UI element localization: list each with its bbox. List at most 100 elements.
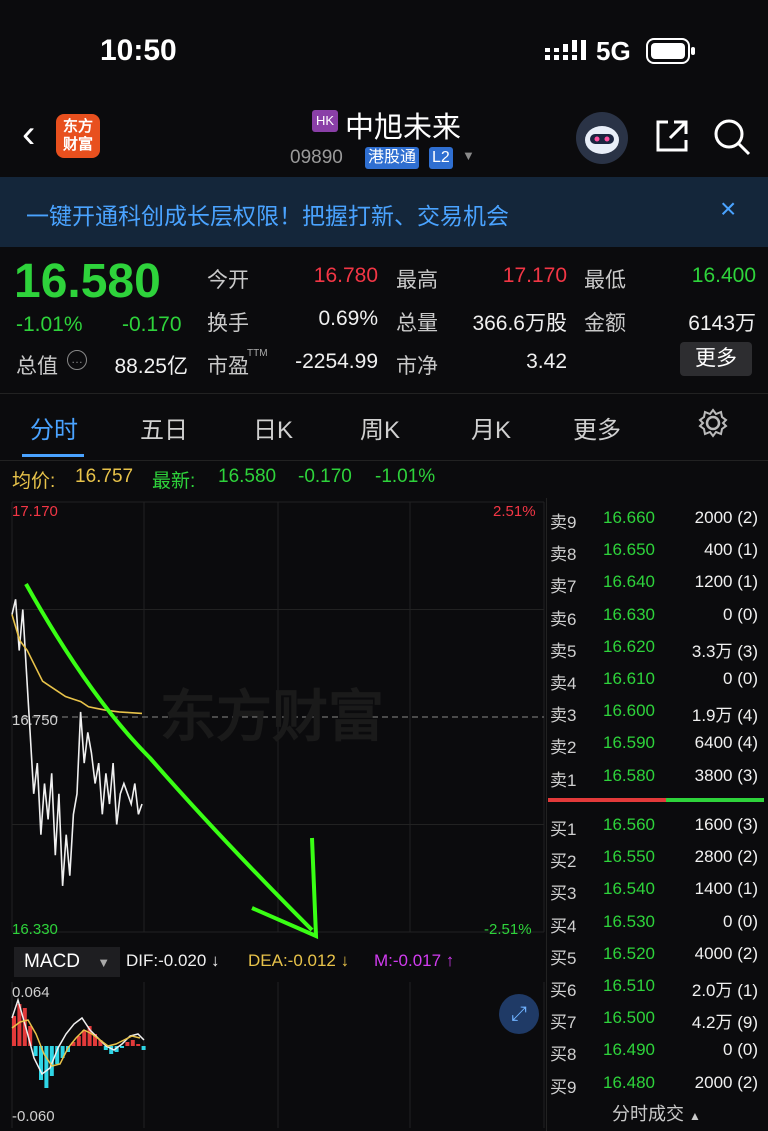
- order-book-row[interactable]: 卖9 16.660 2000 (2): [548, 502, 764, 534]
- order-vol: 6400 (4): [694, 733, 758, 753]
- avg-price-label: 均价:: [12, 471, 56, 492]
- market-badge: HK: [312, 110, 338, 132]
- tab-underline: [22, 454, 84, 457]
- app-logo: 东方 财富: [56, 114, 100, 158]
- order-side: 买8: [550, 1045, 577, 1065]
- macd-y-top: 0.064: [12, 984, 50, 1001]
- order-book-row[interactable]: 买9 16.480 2000 (2): [548, 1067, 764, 1099]
- y-axis-mid: 16.750: [12, 712, 58, 729]
- order-book-row[interactable]: 买6 16.510 2.0万 (1): [548, 970, 764, 1002]
- current-price: 16.580: [14, 255, 161, 308]
- more-quote-button[interactable]: 更多: [680, 342, 752, 376]
- info-icon[interactable]: …: [67, 350, 87, 370]
- chevron-down-icon[interactable]: ▼: [462, 148, 475, 163]
- order-book-row[interactable]: 买5 16.520 4000 (2): [548, 938, 764, 970]
- tab-5[interactable]: 更多: [573, 410, 621, 445]
- signal-icon: [545, 40, 586, 60]
- order-book-row[interactable]: 买8 16.490 0 (0): [548, 1034, 764, 1066]
- order-price: 16.530: [603, 911, 655, 931]
- share-icon[interactable]: [652, 116, 692, 156]
- order-side: 买2: [550, 852, 577, 872]
- order-book-row[interactable]: 买4 16.530 0 (0): [548, 906, 764, 938]
- tab-0[interactable]: 分时: [30, 410, 78, 445]
- tag-connect: 港股通: [365, 147, 420, 169]
- market-cap-value: 88.25亿: [114, 355, 188, 378]
- banner-text[interactable]: 一键开通科创成长层权限！把握打新、交易机会: [26, 197, 509, 231]
- tab-3[interactable]: 周K: [360, 410, 400, 445]
- tab-4[interactable]: 月K: [471, 410, 511, 445]
- settings-gear-icon[interactable]: [697, 407, 729, 439]
- macd-bar: [120, 1046, 124, 1048]
- order-side: 买6: [550, 981, 577, 1000]
- tab-1[interactable]: 五日: [140, 410, 188, 445]
- status-time: 10:50: [100, 34, 177, 67]
- macd-label: MACD: [24, 951, 80, 972]
- order-side: 卖9: [550, 513, 577, 532]
- close-icon[interactable]: ×: [720, 193, 736, 225]
- change-value: -0.170: [122, 313, 182, 336]
- order-side: 买3: [550, 884, 577, 904]
- order-book-row[interactable]: 买3 16.540 1400 (1): [548, 873, 764, 905]
- trade-ticks-label: 分时成交: [612, 1104, 684, 1124]
- order-price: 16.580: [603, 765, 655, 785]
- book-split-green: [666, 798, 764, 802]
- stock-name[interactable]: 中旭未来: [345, 104, 461, 146]
- order-vol: 4000 (2): [694, 943, 758, 963]
- tab-2[interactable]: 日K: [253, 410, 293, 445]
- order-price: 16.560: [603, 815, 655, 834]
- chevron-down-icon: ▼: [97, 955, 111, 970]
- order-vol: 1.9万 (4): [691, 706, 758, 726]
- expand-icon[interactable]: ⤢: [499, 994, 539, 1034]
- order-book-row[interactable]: 买2 16.550 2800 (2): [548, 841, 764, 873]
- quote-value: 3.42: [526, 350, 567, 373]
- macd-bar: [33, 1046, 38, 1056]
- order-book-row[interactable]: 卖8 16.650 400 (1): [548, 534, 764, 566]
- order-side: 卖3: [550, 706, 577, 726]
- change-percent: -1.01%: [16, 313, 83, 336]
- macd-selector[interactable]: MACD ▼: [14, 947, 120, 977]
- latest-change-pct: -1.01%: [375, 466, 436, 487]
- quote-value: 6143万: [688, 312, 756, 335]
- assistant-robot-icon[interactable]: [576, 112, 628, 164]
- divider: [546, 498, 547, 1131]
- search-icon[interactable]: [711, 116, 753, 158]
- quote-value: 17.170: [502, 264, 567, 287]
- order-side: 卖6: [550, 609, 577, 629]
- order-book-row[interactable]: 卖4 16.610 0 (0): [548, 663, 764, 695]
- pct-axis-top: 2.51%: [493, 503, 536, 520]
- order-book-row[interactable]: 买7 16.500 4.2万 (9): [548, 1002, 764, 1034]
- order-price: 16.590: [603, 733, 655, 753]
- trade-ticks-tab[interactable]: 分时成交 ▲: [612, 1100, 701, 1126]
- order-vol: 3.3万 (3): [691, 641, 758, 661]
- intraday-chart[interactable]: 东方财富: [0, 498, 546, 944]
- order-vol: 2000 (2): [694, 1072, 758, 1092]
- chevron-up-icon: ▲: [689, 1109, 701, 1123]
- logo-line1: 东方: [62, 118, 93, 135]
- order-side: 卖5: [550, 641, 577, 661]
- back-icon[interactable]: ‹: [22, 112, 35, 157]
- battery-icon: [646, 38, 695, 64]
- macd-y-bottom: -0.060: [12, 1108, 55, 1125]
- order-book-row[interactable]: 卖5 16.620 3.3万 (3): [548, 631, 764, 663]
- order-price: 16.550: [603, 847, 655, 867]
- order-book-row[interactable]: 卖3 16.600 1.9万 (4): [548, 695, 764, 727]
- book-split-red: [548, 798, 666, 802]
- price-line: [11, 599, 143, 886]
- macd-bar: [141, 1046, 146, 1050]
- order-book-row[interactable]: 卖7 16.640 1200 (1): [548, 566, 764, 598]
- annotation-arrowhead: [251, 837, 319, 940]
- quote-value: 366.6万股: [472, 312, 567, 335]
- order-vol: 4.2万 (9): [691, 1013, 758, 1033]
- order-price: 16.640: [603, 572, 655, 592]
- network-label: 5G: [596, 36, 631, 66]
- order-price: 16.630: [603, 604, 655, 624]
- order-book-row[interactable]: 卖1 16.580 3800 (3): [548, 760, 764, 792]
- order-book-row[interactable]: 卖6 16.630 0 (0): [548, 599, 764, 631]
- macd-chart: [11, 982, 545, 1128]
- order-book-row[interactable]: 卖2 16.590 6400 (4): [548, 727, 764, 759]
- macd-dif: DIF:-0.020 ↓: [126, 951, 220, 970]
- order-side: 卖4: [550, 674, 577, 693]
- stock-code: 09890: [290, 147, 343, 168]
- order-book-row[interactable]: 买1 16.560 1600 (3): [548, 809, 764, 841]
- divider: [0, 460, 768, 461]
